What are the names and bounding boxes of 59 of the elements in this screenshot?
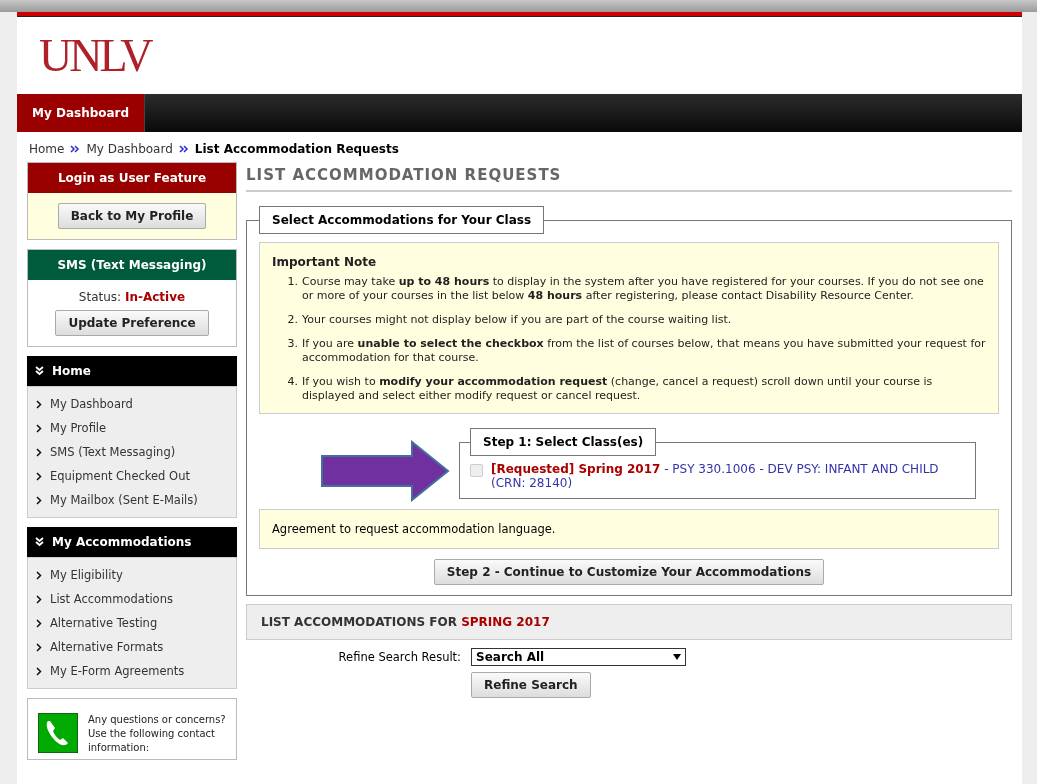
refine-select[interactable]: Search All [471,648,686,666]
menu-item[interactable]: SMS (Text Messaging) [28,440,236,464]
note-title: Important Note [272,255,378,269]
refine-label: Refine Search Result: [337,650,461,664]
nav-tab[interactable]: My Dashboard [17,94,146,132]
double-chevron-icon [70,145,81,153]
double-chevron-icon [35,537,44,547]
class-label: [Requested] Spring 2017 - PSY 330.1006 - DEV PSY: INFANT AND CHILD (CRN: 28140) [491,462,940,490]
note-item: If you are unable to select the checkbox from the list of courses below, that means you have submitted your request for accommodation for that course. [302,337,986,365]
menu-item[interactable]: My E-Form Agreements [28,659,236,683]
breadcrumb-link[interactable]: Home [29,142,65,156]
menu-item[interactable]: List Accommodations [28,587,236,611]
chevron-icon [36,447,42,457]
form-legend: Select Accommodations for Your Class [259,206,545,234]
chevron-icon [36,570,42,580]
unlv-logo: UNLV [39,28,151,82]
menu-title: Home [52,364,91,378]
list-number: 3. [286,337,298,352]
chevron-icon [36,471,42,481]
chevron-icon [36,642,42,652]
double-chevron-icon [35,366,44,376]
agreement-text: Agreement to request accommodation language. [259,509,999,549]
panel-title: Login as User Feature [28,163,236,193]
refine-search-button[interactable]: Refine Search [471,672,591,698]
menu-item[interactable]: Alternative Formats [28,635,236,659]
phone-icon [38,713,78,753]
list-number: 1. [286,275,298,290]
chevron-icon [36,594,42,604]
note-item: Your courses might not display below if you are part of the course waiting list. [302,313,733,327]
status-text: Status: In-Active [78,290,186,304]
chevron-icon [36,666,42,676]
menu-item[interactable]: Alternative Testing [28,611,236,635]
note-item: If you wish to modify your accommodation request (change, cancel a request) scroll down until your course is displayed and select either modify request or cancel request. [302,375,934,403]
menu-item[interactable]: My Eligibility [28,563,236,587]
chevron-icon [36,618,42,628]
menu-item[interactable]: My Mailbox (Sent E-Mails) [28,488,236,512]
back-to-profile-button[interactable]: Back to My Profile [57,203,207,229]
step-legend: Step 1: Select Class(es) [470,428,657,456]
menu-item[interactable]: Equipment Checked Out [28,464,236,488]
continue-button[interactable]: Step 2 - Continue to Customize Your Accommodations [433,559,825,585]
arrow-annotation-icon [320,440,450,502]
list-number: 4. [286,375,298,390]
breadcrumb-link[interactable]: My Dashboard [86,142,173,156]
note-item: Course may take up to 48 hours to display in the system after you have registered for your courses. If you do not see one or more of your courses in the list below 48 hours after registering, please contact Disability Resource Center. [302,275,985,303]
caret-icon [673,653,681,661]
section-header: LIST ACCOMMODATIONS FOR SPRING 2017 [246,604,1012,640]
update-preference-button[interactable]: Update Preference [55,310,209,336]
menu-item[interactable]: My Dashboard [28,392,236,416]
list-number: 2. [286,313,298,327]
chevron-icon [36,399,42,409]
menu-item[interactable]: My Profile [28,416,236,440]
breadcrumb-link[interactable]: List Accommodation Requests [194,142,399,156]
menu-title: My Accommodations [52,535,192,549]
chevron-icon [36,423,42,433]
double-chevron-icon [178,145,189,153]
panel-title: SMS (Text Messaging) [28,250,236,280]
contact-text: Any questions or concerns? Use the following contact information: [88,713,226,755]
page-title: LIST ACCOMMODATION REQUESTS [246,162,1012,192]
chevron-icon [36,495,42,505]
